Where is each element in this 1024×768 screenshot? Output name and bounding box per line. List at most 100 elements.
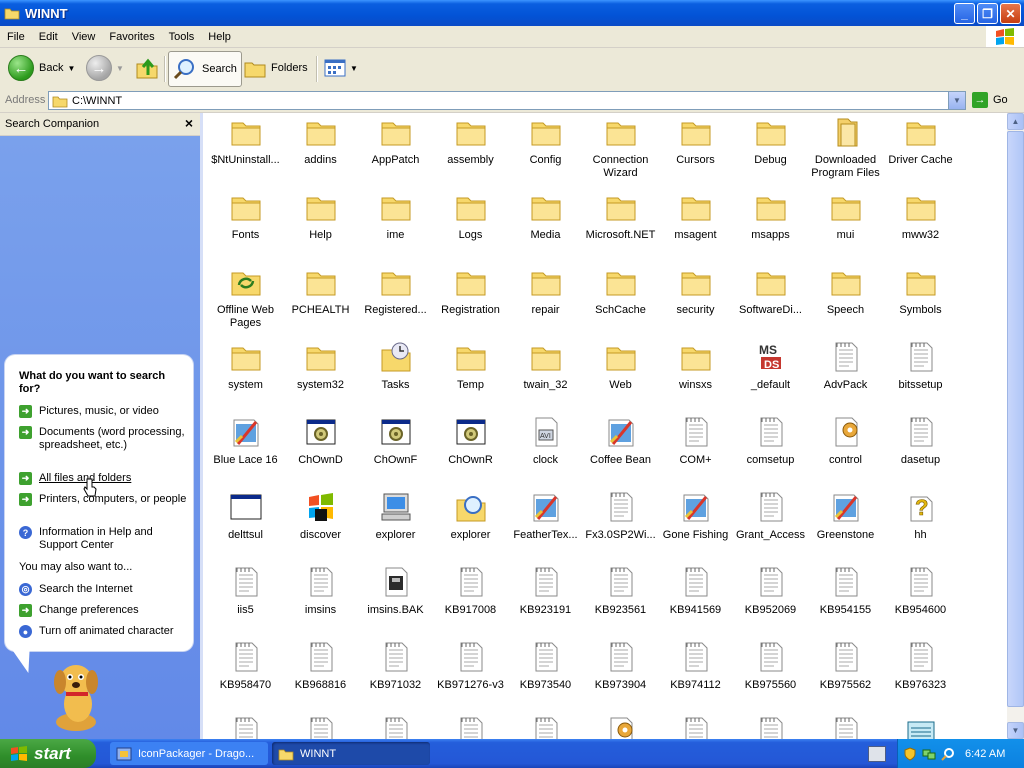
- file-item[interactable]: KB973540: [508, 641, 583, 692]
- file-item[interactable]: Grant_Access: [733, 491, 808, 542]
- keyboard-icon[interactable]: [868, 746, 886, 762]
- file-item[interactable]: AdvPack: [808, 341, 883, 392]
- file-item[interactable]: repair: [508, 266, 583, 317]
- option-help-center[interactable]: ? Information in Help and Support Center: [19, 526, 189, 552]
- file-item[interactable]: FeatherTex...: [508, 491, 583, 542]
- menu-edit[interactable]: Edit: [32, 31, 65, 43]
- file-item[interactable]: Gone Fishing: [658, 491, 733, 542]
- file-item[interactable]: KB975560: [733, 641, 808, 692]
- views-dropdown-icon[interactable]: ▼: [350, 64, 358, 73]
- file-item[interactable]: KB923561: [583, 566, 658, 617]
- network-icon[interactable]: [922, 747, 936, 761]
- file-item[interactable]: Debug: [733, 116, 808, 167]
- file-item[interactable]: [433, 716, 508, 739]
- menu-view[interactable]: View: [65, 31, 103, 43]
- file-item[interactable]: Temp: [433, 341, 508, 392]
- file-item[interactable]: [508, 716, 583, 739]
- file-item[interactable]: winsxs: [658, 341, 733, 392]
- file-item[interactable]: [883, 716, 958, 739]
- file-item[interactable]: security: [658, 266, 733, 317]
- menu-file[interactable]: File: [0, 31, 32, 43]
- file-item[interactable]: Microsoft.NET: [583, 191, 658, 242]
- change-preferences-link[interactable]: ➜ Change preferences: [19, 604, 189, 617]
- file-item[interactable]: msagent: [658, 191, 733, 242]
- views-button[interactable]: ▼: [324, 52, 358, 84]
- file-item[interactable]: Coffee Bean: [583, 416, 658, 467]
- scroll-up-icon[interactable]: ▲: [1007, 113, 1024, 130]
- file-item[interactable]: Downloaded Program Files: [808, 116, 883, 180]
- file-item[interactable]: KB952069: [733, 566, 808, 617]
- back-dropdown-icon[interactable]: ▼: [67, 64, 75, 73]
- file-item[interactable]: MS DS _default: [733, 341, 808, 392]
- file-item[interactable]: Registration: [433, 266, 508, 317]
- file-list-view[interactable]: $NtUninstall... addins AppPatch assembly Con…: [200, 113, 1007, 739]
- file-item[interactable]: KB973904: [583, 641, 658, 692]
- file-item[interactable]: Symbols: [883, 266, 958, 317]
- file-item[interactable]: control: [808, 416, 883, 467]
- file-item[interactable]: PCHEALTH: [283, 266, 358, 317]
- file-item[interactable]: ChOwnR: [433, 416, 508, 467]
- file-item[interactable]: $NtUninstall...: [208, 116, 283, 167]
- taskbar-item-iconpackager[interactable]: IconPackager - Drago...: [110, 742, 268, 765]
- search-internet-link[interactable]: ◎ Search the Internet: [19, 583, 189, 596]
- search-tray-icon[interactable]: [941, 747, 955, 761]
- file-item[interactable]: KB941569: [658, 566, 733, 617]
- file-item[interactable]: KB958470: [208, 641, 283, 692]
- file-item[interactable]: Media: [508, 191, 583, 242]
- file-item[interactable]: SoftwareDi...: [733, 266, 808, 317]
- option-printers[interactable]: ➜ Printers, computers, or people: [19, 493, 189, 506]
- file-item[interactable]: discover: [283, 491, 358, 542]
- file-item[interactable]: system32: [283, 341, 358, 392]
- option-all-files[interactable]: ➜ All files and folders: [19, 472, 189, 485]
- menu-help[interactable]: Help: [201, 31, 238, 43]
- file-item[interactable]: [733, 716, 808, 739]
- option-pictures[interactable]: ➜ Pictures, music, or video: [19, 405, 189, 418]
- file-item[interactable]: mui: [808, 191, 883, 242]
- file-item[interactable]: ? hh: [883, 491, 958, 542]
- file-item[interactable]: COM+: [658, 416, 733, 467]
- file-item[interactable]: Driver Cache: [883, 116, 958, 167]
- menu-favorites[interactable]: Favorites: [102, 31, 161, 43]
- file-item[interactable]: assembly: [433, 116, 508, 167]
- forward-dropdown-icon[interactable]: ▼: [116, 64, 124, 73]
- file-item[interactable]: delttsul: [208, 491, 283, 542]
- file-item[interactable]: Cursors: [658, 116, 733, 167]
- file-item[interactable]: [658, 716, 733, 739]
- file-item[interactable]: KB971032: [358, 641, 433, 692]
- file-item[interactable]: Fx3.0SP2Wi...: [583, 491, 658, 542]
- file-item[interactable]: twain_32: [508, 341, 583, 392]
- file-item[interactable]: Config: [508, 116, 583, 167]
- file-item[interactable]: KB976323: [883, 641, 958, 692]
- file-item[interactable]: [283, 716, 358, 739]
- up-folder-button[interactable]: [134, 52, 160, 84]
- file-item[interactable]: Offline Web Pages: [208, 266, 283, 330]
- start-button[interactable]: start: [0, 739, 96, 768]
- file-item[interactable]: Fonts: [208, 191, 283, 242]
- file-item[interactable]: KB917008: [433, 566, 508, 617]
- file-item[interactable]: iis5: [208, 566, 283, 617]
- file-item[interactable]: KB968816: [283, 641, 358, 692]
- go-button[interactable]: → Go: [972, 92, 1008, 108]
- turn-off-character-link[interactable]: ● Turn off animated character: [19, 625, 189, 638]
- file-item[interactable]: explorer: [358, 491, 433, 542]
- vertical-scrollbar[interactable]: ▲ ▼: [1007, 113, 1024, 739]
- file-item[interactable]: Speech: [808, 266, 883, 317]
- file-item[interactable]: AppPatch: [358, 116, 433, 167]
- file-item[interactable]: Greenstone: [808, 491, 883, 542]
- file-item[interactable]: Logs: [433, 191, 508, 242]
- address-dropdown-icon[interactable]: ▼: [948, 92, 965, 109]
- file-item[interactable]: Registered...: [358, 266, 433, 317]
- file-item[interactable]: KB954155: [808, 566, 883, 617]
- file-item[interactable]: [583, 716, 658, 739]
- scroll-thumb[interactable]: [1007, 131, 1024, 707]
- shield-icon[interactable]: [903, 746, 917, 761]
- file-item[interactable]: KB954600: [883, 566, 958, 617]
- file-item[interactable]: bitssetup: [883, 341, 958, 392]
- folders-button[interactable]: Folders: [244, 52, 308, 84]
- file-item[interactable]: Blue Lace 16: [208, 416, 283, 467]
- file-item[interactable]: Connection Wizard: [583, 116, 658, 180]
- minimize-button[interactable]: _: [954, 3, 975, 24]
- file-item[interactable]: [358, 716, 433, 739]
- taskbar-item-winnt[interactable]: WINNT: [272, 742, 430, 765]
- file-item[interactable]: Web: [583, 341, 658, 392]
